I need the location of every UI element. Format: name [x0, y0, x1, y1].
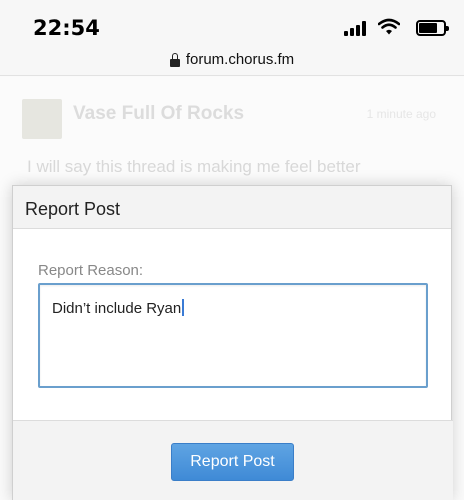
avatar — [22, 99, 62, 139]
text-caret — [182, 299, 185, 316]
background-post: Vase Full Of Rocks 1 minute ago I will s… — [0, 77, 464, 197]
report-reason-input[interactable]: Didn’t include Ryan — [38, 283, 428, 388]
post-text: I will say this thread is making me feel… — [27, 157, 361, 176]
lock-icon — [169, 52, 180, 67]
status-bar: 22:54 — [0, 0, 464, 50]
url-text: forum.chorus.fm — [185, 51, 295, 68]
modal-title: Report Post — [25, 199, 121, 219]
poster-name: Vase Full Of Rocks — [73, 103, 245, 124]
modal-header: Report Post — [13, 186, 451, 229]
modal-body: Report Reason: Didn’t include Ryan — [13, 229, 451, 419]
report-reason-label: Report Reason: — [38, 262, 144, 279]
report-post-button[interactable]: Report Post — [171, 443, 294, 481]
report-post-modal: Report Post Report Reason: Didn’t includ… — [12, 185, 453, 500]
address-bar[interactable]: forum.chorus.fm — [0, 44, 464, 76]
screen: 22:54 forum.chorus.fm Vase Full Of Rocks… — [0, 0, 464, 500]
battery-icon — [416, 20, 449, 36]
wifi-icon — [378, 18, 400, 35]
signal-icon — [344, 21, 368, 36]
report-reason-value: Didn’t include Ryan — [52, 300, 182, 317]
post-time: 1 minute ago — [366, 107, 436, 121]
status-time: 22:54 — [33, 16, 100, 40]
modal-footer: Report Post — [13, 420, 453, 500]
